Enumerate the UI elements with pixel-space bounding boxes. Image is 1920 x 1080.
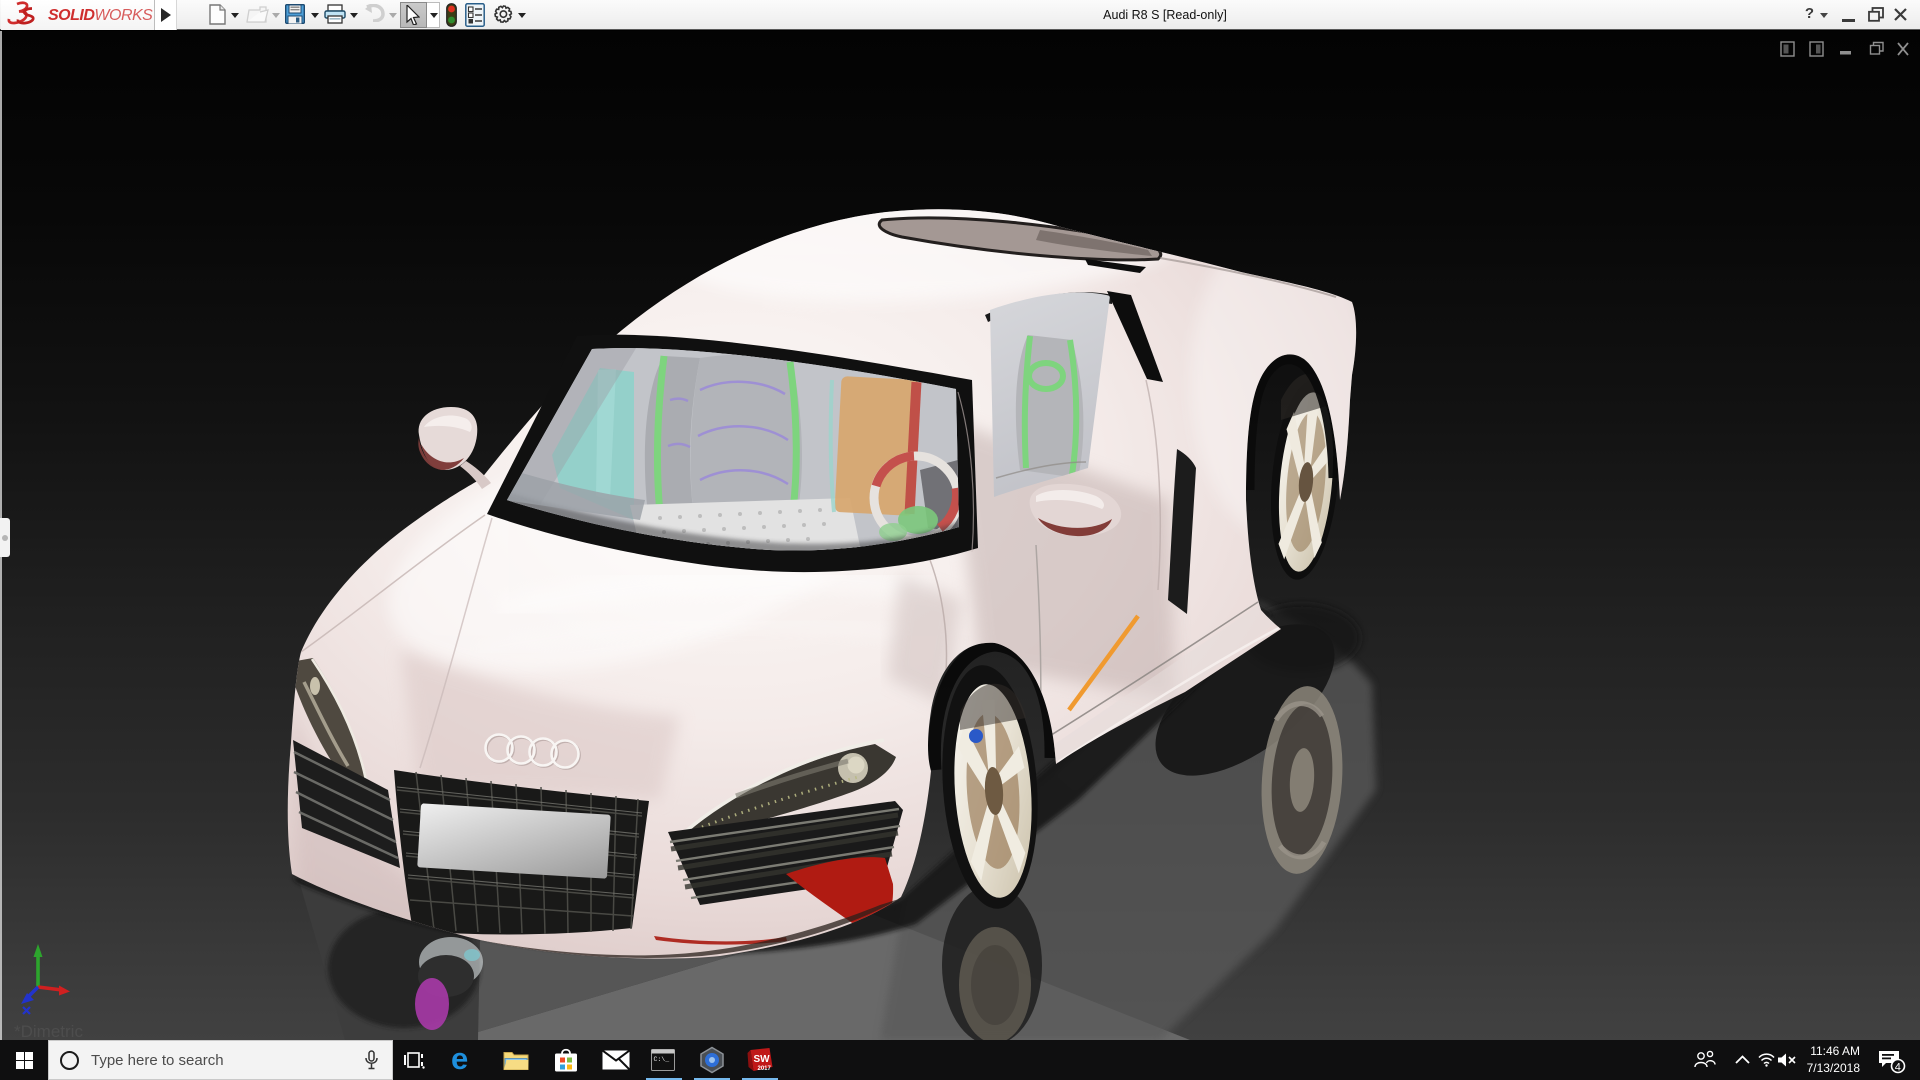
svg-text:C:\_: C:\_: [654, 1056, 670, 1063]
svg-text:SW: SW: [754, 1054, 771, 1065]
svg-text:4: 4: [1895, 1062, 1901, 1074]
svg-text:2017: 2017: [758, 1066, 772, 1072]
